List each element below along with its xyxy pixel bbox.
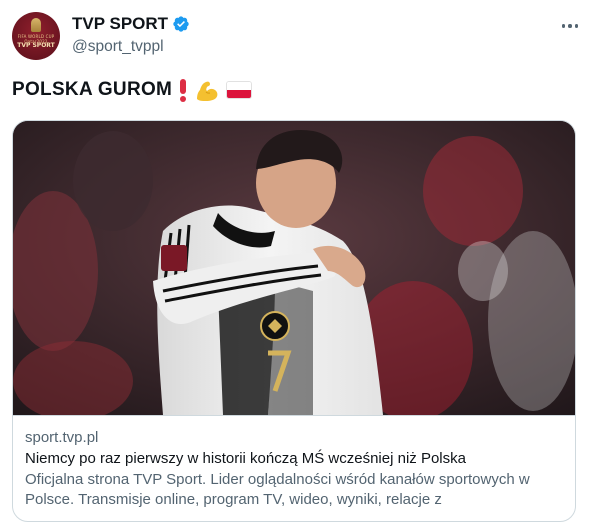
poland-flag-emoji (226, 81, 253, 99)
link-card-image[interactable] (13, 121, 575, 415)
avatar-brand-text: TVP SPORT (17, 42, 55, 49)
tweet-text: POLSKA GUROM (12, 78, 253, 102)
link-card-domain: sport.tvp.pl (25, 429, 99, 446)
link-card-info[interactable]: sport.tvp.pl Niemcy po raz pierwszy w hi… (13, 415, 575, 521)
avatar[interactable]: FIFA WORLD CUP Qatar2022 TVP SPORT (12, 12, 60, 60)
more-options-icon[interactable] (558, 16, 582, 36)
tweet-text-content: POLSKA GUROM (12, 79, 173, 100)
link-card-title: Niemcy po raz pierwszy w historii kończą… (25, 450, 466, 467)
flexed-biceps-emoji (197, 81, 218, 101)
link-card[interactable]: sport.tvp.pl Niemcy po raz pierwszy w hi… (12, 120, 576, 522)
tweet: FIFA WORLD CUP Qatar2022 TVP SPORT TVP S… (0, 0, 596, 532)
world-cup-trophy-icon (31, 18, 41, 32)
display-name[interactable]: TVP SPORT (72, 14, 168, 34)
user-handle[interactable]: @sport_tvppl (72, 38, 190, 56)
author-block: TVP SPORT @sport_tvppl (72, 13, 190, 56)
player-photo (13, 121, 575, 415)
exclamation-mark-emoji (178, 78, 188, 102)
link-card-description: Oficjalna strona TVP Sport. Lider ogląda… (25, 471, 530, 508)
verified-badge-icon (173, 16, 189, 32)
